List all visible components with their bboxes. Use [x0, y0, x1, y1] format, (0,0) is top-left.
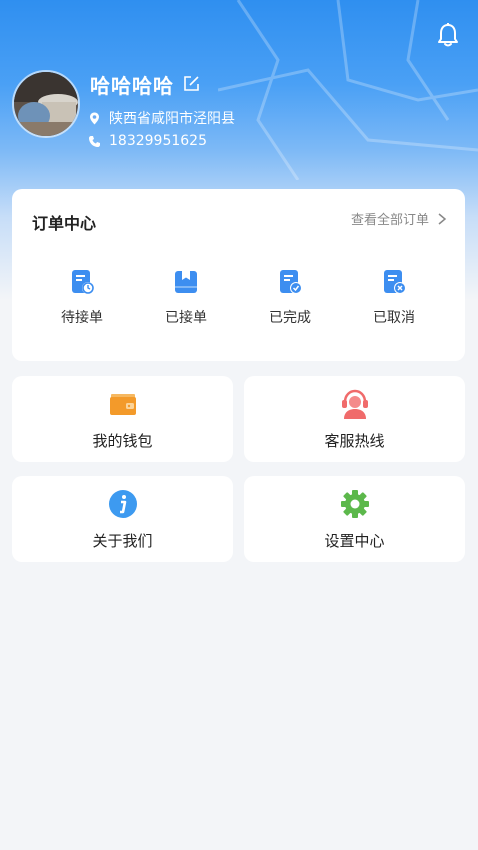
order-status-completed[interactable]: 已完成	[238, 269, 342, 327]
pending-order-icon	[72, 270, 94, 294]
phone-row: 18329951625	[88, 133, 207, 149]
customer-service-icon	[341, 389, 368, 419]
avatar[interactable]	[12, 70, 80, 138]
chevron-right-icon	[438, 212, 447, 225]
order-center-card: 订单中心 查看全部订单 待接单 已接单 已完成 已取消	[12, 189, 465, 361]
edit-icon[interactable]	[183, 75, 200, 92]
order-status-pending[interactable]: 待接单	[30, 269, 134, 327]
cancelled-order-icon	[384, 270, 406, 294]
location-row: 陕西省咸阳市泾阳县	[88, 108, 235, 128]
phone-text: 18329951625	[109, 133, 207, 149]
order-status-list: 待接单 已接单 已完成 已取消	[12, 269, 465, 327]
order-status-cancelled[interactable]: 已取消	[342, 269, 446, 327]
wallet-icon	[109, 394, 136, 415]
user-name: 哈哈哈哈	[90, 74, 174, 98]
accepted-order-icon	[175, 271, 197, 293]
order-status-accepted[interactable]: 已接单	[134, 269, 238, 327]
notification-bell-icon[interactable]	[436, 22, 460, 48]
view-all-orders-link[interactable]: 查看全部订单	[351, 209, 447, 228]
tile-wallet[interactable]: 我的钱包	[12, 376, 233, 462]
completed-order-icon	[280, 270, 302, 294]
info-icon	[108, 490, 137, 518]
tile-settings[interactable]: 设置中心	[244, 476, 465, 562]
tile-about-us[interactable]: 关于我们	[12, 476, 233, 562]
tile-customer-service[interactable]: 客服热线	[244, 376, 465, 462]
gear-icon	[340, 490, 369, 518]
location-text: 陕西省咸阳市泾阳县	[109, 111, 235, 127]
phone-icon	[89, 135, 100, 147]
location-pin-icon	[90, 112, 99, 124]
order-center-title: 订单中心	[32, 214, 97, 233]
